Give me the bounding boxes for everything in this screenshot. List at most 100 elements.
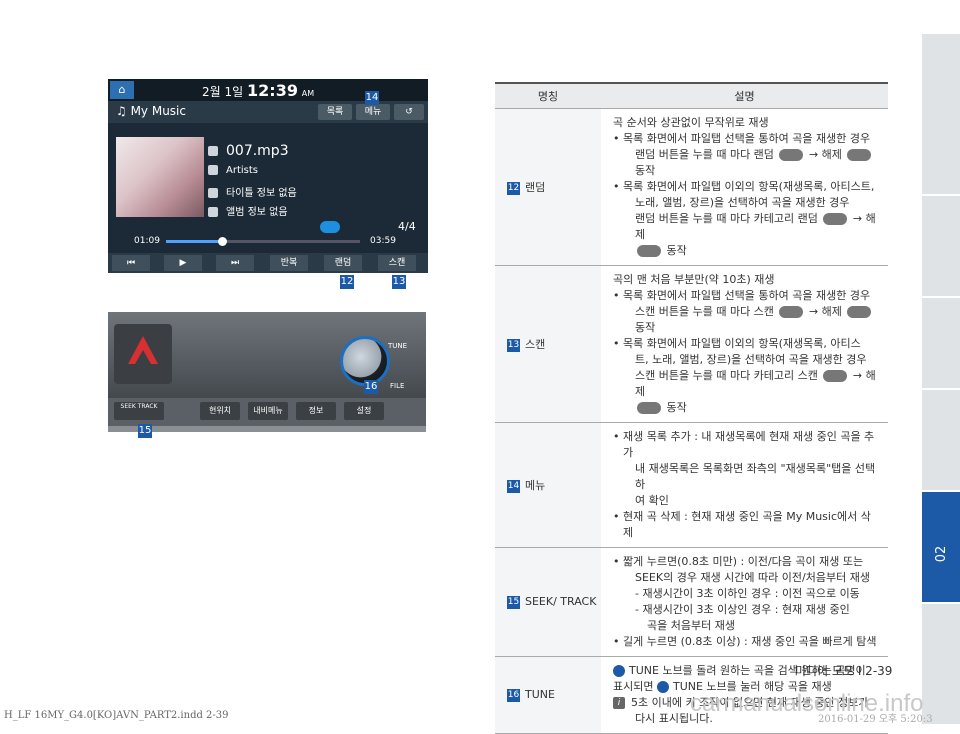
- file-label: FILE: [390, 382, 405, 390]
- disc-icon: [208, 188, 218, 198]
- desc-line: 동작: [613, 243, 880, 259]
- knob-icon: [613, 665, 625, 677]
- clock-ampm: AM: [301, 89, 315, 98]
- table-header: 명칭 설명: [495, 82, 888, 109]
- shuffle-off-icon: [637, 245, 661, 257]
- side-tab-5: [922, 604, 960, 724]
- desc-line: 트, 노래, 앨범, 장르)을 선택하여 곡을 재생한 경우: [635, 353, 867, 366]
- footer-right: 2016-01-29 오후 5:20:3: [818, 714, 933, 725]
- row-name-text: SEEK/ TRACK: [525, 595, 597, 609]
- tune-knob[interactable]: [340, 336, 390, 386]
- hazard-button[interactable]: [114, 324, 172, 384]
- title-bar: ♫ My Music 목록 메뉴 ↺: [108, 101, 428, 123]
- row-desc: 곡의 맨 처음 부분만(약 10초) 재생 • 목록 화면에서 파일탭 선택을 …: [601, 265, 888, 423]
- random-button[interactable]: 랜덤: [324, 255, 362, 271]
- desc-line: - 재생시간이 3초 이하인 경우 : 이전 곡으로 이동: [635, 587, 860, 600]
- clock-month: 2월: [202, 85, 221, 99]
- album-art: [116, 137, 204, 217]
- row-name: 12 랜덤: [495, 108, 601, 266]
- total-time: 03:59: [370, 236, 396, 246]
- side-tab-3: [922, 298, 960, 388]
- list-button[interactable]: 목록: [318, 104, 352, 120]
- dashboard-photo: TUNE FILE SEEK TRACK 현위치 내비메뉴 정보 설정: [108, 312, 426, 432]
- settings-button[interactable]: 설정: [344, 402, 384, 420]
- row-desc: • 재생 목록 추가 : 내 재생목록에 현재 재생 중인 곡을 추가 내 재생…: [601, 422, 888, 548]
- desc-line: 동작: [613, 400, 880, 416]
- repeat-button[interactable]: 반복: [270, 255, 308, 271]
- dash-button-row: SEEK TRACK 현위치 내비메뉴 정보 설정: [108, 398, 426, 426]
- tune-label: TUNE: [388, 342, 408, 350]
- row-badge: 16: [507, 688, 520, 702]
- table-row: 12 랜덤 곡 순서와 상관없이 무작위로 재생 • 목록 화면에서 파일탭 선택…: [495, 108, 888, 266]
- desc-line: 곡 순서와 상관없이 무작위로 재생: [613, 116, 769, 129]
- row-badge: 12: [507, 181, 520, 195]
- progress-fill: [166, 240, 223, 243]
- desc-line: 스캔 버튼을 누를 때 마다 카테고리 스캔 → 해제: [635, 369, 876, 398]
- row-name: 14 메뉴: [495, 422, 601, 548]
- clock-day: 1일: [224, 85, 244, 99]
- track-album-text: 앨범 정보 없음: [226, 207, 288, 218]
- callout-14: 14: [365, 91, 379, 105]
- clock-time: 12:39: [247, 81, 298, 100]
- row-desc: 곡 순서와 상관없이 무작위로 재생 • 목록 화면에서 파일탭 선택을 통하여…: [601, 108, 888, 266]
- desc-line: • 목록 화면에서 파일탭 선택을 통하여 곡을 재생한 경우: [613, 289, 871, 302]
- scan-off-icon: [847, 306, 872, 318]
- header-desc: 설명: [601, 82, 888, 109]
- page-indicator: 4/4: [398, 220, 416, 233]
- play-button[interactable]: ▶: [164, 255, 202, 271]
- next-button[interactable]: ⏭: [216, 255, 254, 271]
- row-name: 13 스캔: [495, 265, 601, 423]
- desc-line: • 짧게 누르면(0.8초 미만) : 이전/다음 곡이 재생 또는: [613, 555, 864, 568]
- side-tab-bar: 02: [922, 0, 960, 724]
- music-icon: ♫: [116, 104, 131, 118]
- row-badge: 14: [507, 479, 520, 493]
- desc-line: • 현재 곡 삭제 : 현재 재생 중인 곡을 My Music에서 삭제: [613, 510, 871, 539]
- seek-track-button[interactable]: SEEK TRACK: [114, 402, 164, 420]
- side-tab-4: [922, 390, 960, 490]
- desc-line: - 재생시간이 3초 이상인 경우 : 현재 재생 중인: [635, 603, 850, 616]
- shuffle-off-icon: [847, 149, 872, 161]
- progress-bar[interactable]: [166, 237, 360, 246]
- row-name-text: 스캔: [525, 338, 546, 351]
- nav-menu-button[interactable]: 내비메뉴: [248, 402, 288, 420]
- album-icon: [208, 207, 218, 217]
- row-badge: 15: [507, 595, 520, 609]
- row-name: 16 TUNE: [495, 656, 601, 734]
- desc-line: 여 확인: [635, 494, 669, 507]
- desc-line: • 목록 화면에서 파일탭 선택을 통하여 곡을 재생한 경우: [613, 132, 871, 145]
- track-file-text: 007.mp3: [226, 143, 289, 159]
- track-artist-text: Artists: [226, 165, 258, 176]
- table-row: 13 스캔 곡의 맨 처음 부분만(약 10초) 재생 • 목록 화면에서 파일탭…: [495, 265, 888, 423]
- table-row: 14 메뉴 • 재생 목록 추가 : 내 재생목록에 현재 재생 중인 곡을 추가…: [495, 422, 888, 548]
- scan-icon: [779, 306, 804, 318]
- track-file: 007.mp3: [208, 143, 289, 159]
- callout-16: 16: [364, 380, 378, 394]
- screen-title: ♫ My Music: [116, 104, 186, 118]
- menu-button[interactable]: 메뉴: [356, 104, 390, 120]
- track-album: 앨범 정보 없음: [208, 203, 288, 218]
- progress-handle[interactable]: [218, 237, 228, 246]
- track-title: 타이틀 정보 없음: [208, 184, 297, 199]
- desc-line: 랜덤 버튼을 누를 때 마다 카테고리 랜덤 → 해제: [635, 212, 876, 241]
- desc-line: 내 재생목록은 목록화면 좌측의 "재생목록"탭을 선택하: [635, 462, 876, 491]
- scan-button[interactable]: 스캔: [378, 255, 416, 271]
- desc-line: 스캔 버튼을 누를 때 마다 스캔 → 해제 동작: [613, 304, 880, 336]
- track-title-text: 타이틀 정보 없음: [226, 188, 297, 199]
- location-button[interactable]: 현위치: [200, 402, 240, 420]
- category-shuffle-icon: [823, 213, 848, 225]
- person-icon: [208, 165, 218, 175]
- back-icon[interactable]: ↺: [394, 104, 424, 120]
- clock: 2월 1일 12:39 AM: [202, 81, 314, 100]
- table-row: 15 SEEK/ TRACK • 짧게 누르면(0.8초 미만) : 이전/다음 …: [495, 547, 888, 657]
- row-name-text: 메뉴: [525, 479, 546, 492]
- track-artist: Artists: [208, 165, 258, 176]
- elapsed-time: 01:09: [134, 236, 160, 246]
- desc-line: • 목록 화면에서 파일탭 이외의 항목(재생목록, 아티스트,: [613, 180, 875, 193]
- desc-line: • 목록 화면에서 파일탭 이외의 항목(재생목록, 아티스: [613, 337, 861, 350]
- prev-button[interactable]: ⏮: [112, 255, 150, 271]
- info-button[interactable]: 정보: [296, 402, 336, 420]
- row-name: 15 SEEK/ TRACK: [495, 547, 601, 657]
- head-unit-screen: ⌂ 2월 1일 12:39 AM ♫ My Music 목록 메뉴 ↺ 007.…: [108, 79, 428, 273]
- home-icon[interactable]: ⌂: [110, 81, 134, 99]
- desc-line: 곡의 맨 처음 부분만(약 10초) 재생: [613, 273, 775, 286]
